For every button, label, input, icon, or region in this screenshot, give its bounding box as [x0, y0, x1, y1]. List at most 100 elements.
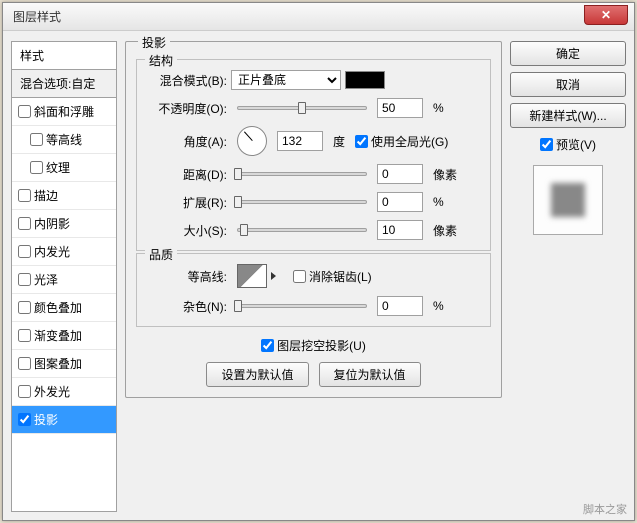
panel-title: 投影 [138, 34, 170, 51]
style-item-label: 斜面和浮雕 [34, 103, 94, 120]
style-item-checkbox[interactable] [18, 301, 31, 314]
opacity-input[interactable] [377, 98, 423, 118]
opacity-slider[interactable] [237, 106, 367, 110]
new-style-button[interactable]: 新建样式(W)... [510, 103, 626, 128]
style-item-5[interactable]: 内发光 [12, 238, 116, 266]
style-item-7[interactable]: 颜色叠加 [12, 294, 116, 322]
style-item-4[interactable]: 内阴影 [12, 210, 116, 238]
spread-row: 扩展(R): % [147, 192, 480, 212]
noise-label: 杂色(N): [147, 298, 227, 315]
angle-input[interactable] [277, 131, 323, 151]
style-item-2[interactable]: 纹理 [12, 154, 116, 182]
style-item-checkbox[interactable] [18, 329, 31, 342]
make-default-button[interactable]: 设置为默认值 [206, 362, 308, 387]
style-item-0[interactable]: 斜面和浮雕 [12, 98, 116, 126]
distance-unit: 像素 [433, 166, 457, 183]
shadow-color-swatch[interactable] [345, 71, 385, 89]
size-label: 大小(S): [147, 222, 227, 239]
window-title: 图层样式 [3, 8, 61, 25]
quality-group: 品质 等高线: 消除锯齿(L) 杂色(N): % [136, 253, 491, 327]
size-unit: 像素 [433, 222, 457, 239]
antialias-label: 消除锯齿(L) [309, 268, 372, 285]
style-item-label: 颜色叠加 [34, 299, 82, 316]
style-item-11[interactable]: 投影 [12, 406, 116, 434]
spread-input[interactable] [377, 192, 423, 212]
style-item-checkbox[interactable] [30, 161, 43, 174]
reset-default-button[interactable]: 复位为默认值 [319, 362, 421, 387]
style-item-checkbox[interactable] [18, 413, 31, 426]
blend-options-header[interactable]: 混合选项:自定 [12, 70, 116, 98]
close-button[interactable]: ✕ [584, 5, 628, 25]
blend-mode-row: 混合模式(B): 正片叠底 [147, 70, 480, 90]
style-item-9[interactable]: 图案叠加 [12, 350, 116, 378]
style-item-label: 等高线 [46, 131, 82, 148]
angle-dial[interactable] [237, 126, 267, 156]
angle-row: 角度(A): 度 使用全局光(G) [147, 126, 480, 156]
size-input[interactable] [377, 220, 423, 240]
knockout-label: 图层挖空投影(U) [277, 337, 366, 354]
contour-label: 等高线: [147, 268, 227, 285]
size-row: 大小(S): 像素 [147, 220, 480, 240]
style-item-checkbox[interactable] [18, 105, 31, 118]
preview-checkbox[interactable] [540, 138, 553, 151]
knockout-row: 图层挖空投影(U) [136, 337, 491, 354]
style-item-label: 光泽 [34, 271, 58, 288]
style-item-label: 纹理 [46, 159, 70, 176]
ok-button[interactable]: 确定 [510, 41, 626, 66]
opacity-row: 不透明度(O): % [147, 98, 480, 118]
angle-unit: 度 [333, 133, 345, 150]
style-item-label: 投影 [34, 411, 58, 428]
style-item-checkbox[interactable] [30, 133, 43, 146]
distance-row: 距离(D): 像素 [147, 164, 480, 184]
cancel-button[interactable]: 取消 [510, 72, 626, 97]
close-icon: ✕ [601, 8, 611, 22]
style-item-label: 图案叠加 [34, 355, 82, 372]
style-item-3[interactable]: 描边 [12, 182, 116, 210]
noise-slider[interactable] [237, 304, 367, 308]
distance-slider[interactable] [237, 172, 367, 176]
style-item-6[interactable]: 光泽 [12, 266, 116, 294]
style-item-1[interactable]: 等高线 [12, 126, 116, 154]
preview-thumbnail [533, 165, 603, 235]
size-slider[interactable] [237, 228, 367, 232]
style-item-checkbox[interactable] [18, 245, 31, 258]
drop-shadow-fieldset: 投影 结构 混合模式(B): 正片叠底 不透明度(O): [125, 41, 502, 398]
blend-mode-label: 混合模式(B): [147, 72, 227, 89]
structure-group: 结构 混合模式(B): 正片叠底 不透明度(O): [136, 59, 491, 251]
style-item-checkbox[interactable] [18, 385, 31, 398]
noise-input[interactable] [377, 296, 423, 316]
style-item-10[interactable]: 外发光 [12, 378, 116, 406]
spread-label: 扩展(R): [147, 194, 227, 211]
style-item-checkbox[interactable] [18, 273, 31, 286]
layer-style-dialog: 图层样式 ✕ 样式 混合选项:自定 斜面和浮雕等高线纹理描边内阴影内发光光泽颜色… [2, 2, 635, 521]
antialias-checkbox[interactable] [293, 270, 306, 283]
quality-title: 品质 [145, 246, 177, 263]
angle-label: 角度(A): [147, 133, 227, 150]
style-item-label: 描边 [34, 187, 58, 204]
style-item-label: 外发光 [34, 383, 70, 400]
blend-mode-select[interactable]: 正片叠底 [231, 70, 341, 90]
knockout-checkbox[interactable] [261, 339, 274, 352]
structure-title: 结构 [145, 52, 177, 69]
body-area: 样式 混合选项:自定 斜面和浮雕等高线纹理描边内阴影内发光光泽颜色叠加渐变叠加图… [3, 31, 634, 520]
style-item-8[interactable]: 渐变叠加 [12, 322, 116, 350]
distance-label: 距离(D): [147, 166, 227, 183]
spread-unit: % [433, 195, 444, 209]
contour-row: 等高线: 消除锯齿(L) [147, 264, 480, 288]
global-light-checkbox[interactable] [355, 135, 368, 148]
style-item-label: 内阴影 [34, 215, 70, 232]
style-item-checkbox[interactable] [18, 217, 31, 230]
style-item-checkbox[interactable] [18, 189, 31, 202]
distance-input[interactable] [377, 164, 423, 184]
opacity-label: 不透明度(O): [147, 100, 227, 117]
styles-list-panel: 样式 混合选项:自定 斜面和浮雕等高线纹理描边内阴影内发光光泽颜色叠加渐变叠加图… [11, 41, 117, 512]
noise-row: 杂色(N): % [147, 296, 480, 316]
contour-picker[interactable] [237, 264, 267, 288]
right-panel: 确定 取消 新建样式(W)... 预览(V) [510, 41, 626, 512]
center-panel: 投影 结构 混合模式(B): 正片叠底 不透明度(O): [125, 41, 502, 512]
spread-slider[interactable] [237, 200, 367, 204]
noise-unit: % [433, 299, 444, 313]
defaults-button-row: 设置为默认值 复位为默认值 [136, 362, 491, 387]
style-item-checkbox[interactable] [18, 357, 31, 370]
style-item-label: 内发光 [34, 243, 70, 260]
